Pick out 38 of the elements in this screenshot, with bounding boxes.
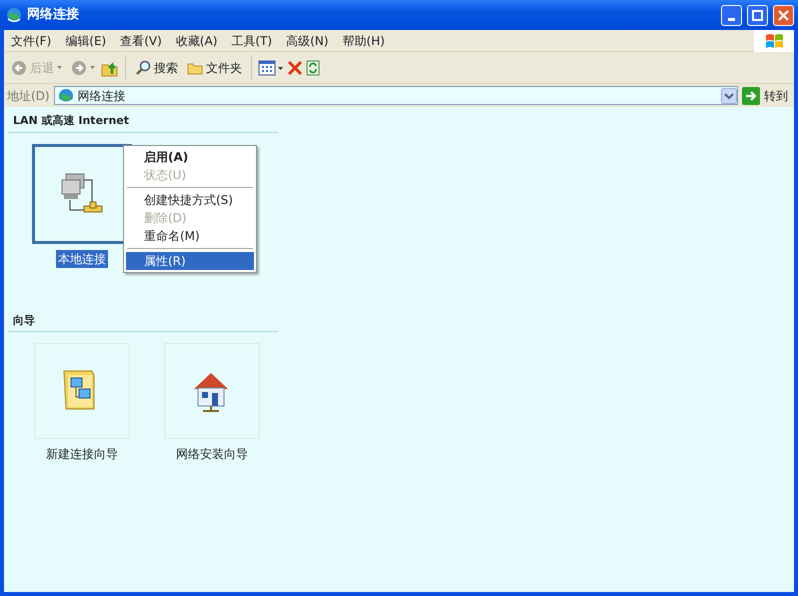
maximize-button[interactable] (747, 4, 768, 26)
search-icon (135, 60, 151, 76)
group-heading: 向导 (8, 312, 278, 332)
network-globe-icon (6, 7, 22, 23)
address-field[interactable]: 网络连接 (54, 86, 738, 105)
network-globe-icon (58, 88, 74, 104)
menu-option[interactable]: 创建快捷方式(S) (126, 191, 254, 209)
menu-item[interactable]: 帮助(H) (335, 32, 392, 50)
windows-logo (754, 30, 794, 52)
menu-option[interactable]: 启用(A) (126, 148, 254, 166)
menu-option[interactable]: 属性(R) (126, 252, 254, 270)
close-button[interactable] (773, 4, 794, 26)
window-title: 网络连接 (27, 6, 80, 24)
menu-item[interactable]: 高级(N) (279, 32, 336, 50)
address-label: 地址(D) (7, 88, 50, 104)
caret-icon (90, 66, 95, 69)
item-label[interactable]: 网络安装向导 (174, 445, 250, 463)
search-button[interactable]: 搜索 (132, 56, 181, 78)
caret-icon (57, 66, 62, 69)
group-heading: LAN 或高速 Internet (8, 113, 278, 132)
menu-item[interactable]: 工具(T) (224, 32, 280, 50)
folders-button[interactable]: 文件夹 (184, 56, 245, 78)
close-icon (778, 10, 789, 20)
delete-icon[interactable] (287, 60, 303, 76)
menu-item[interactable]: 收藏(A) (168, 32, 224, 50)
menu-item[interactable]: 查看(V) (113, 32, 169, 50)
refresh-icon[interactable] (306, 60, 320, 76)
maximize-icon (752, 10, 763, 20)
minimize-icon (728, 18, 735, 20)
menu-item[interactable]: 编辑(E) (58, 32, 114, 50)
minimize-button[interactable] (721, 4, 742, 26)
item-label[interactable]: 本地连接 (56, 250, 108, 268)
network-computers-icon (60, 172, 104, 216)
views-icon[interactable] (258, 60, 284, 76)
menu-item[interactable]: 文件(F) (4, 32, 58, 50)
menu-option[interactable]: 重命名(M) (126, 227, 254, 245)
item-label[interactable]: 新建连接向导 (44, 445, 120, 463)
go-button[interactable]: 转到 (742, 86, 794, 104)
